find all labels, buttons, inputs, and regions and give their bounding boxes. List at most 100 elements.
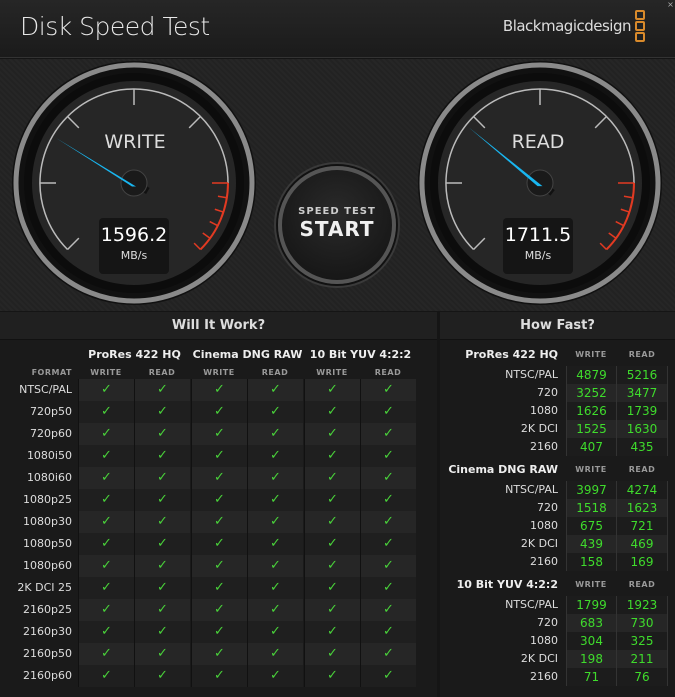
check-icon: ✓ [360, 599, 416, 621]
read-header: READ [628, 580, 656, 589]
read-header: READ [628, 350, 656, 359]
read-speed: 211 [616, 650, 668, 668]
format-label: NTSC/PAL [19, 383, 72, 396]
write-speed: 304 [566, 632, 616, 650]
section-title: Cinema DNG RAW [448, 463, 558, 476]
check-icon: ✓ [78, 533, 134, 555]
check-icon: ✓ [191, 401, 247, 423]
read-speed: 721 [616, 517, 668, 535]
check-icon: ✓ [78, 555, 134, 577]
close-button[interactable]: × [666, 0, 675, 9]
write-header: WRITE [575, 350, 607, 359]
format-label: 1080i50 [26, 449, 72, 462]
check-icon: ✓ [78, 577, 134, 599]
check-icon: ✓ [191, 577, 247, 599]
check-icon: ✓ [134, 665, 190, 687]
write-speed: 1518 [566, 499, 616, 517]
read-gauge-label: READ [511, 131, 565, 153]
read-speed: 4274 [616, 481, 668, 499]
check-icon: ✓ [247, 621, 303, 643]
sub-header-read: READ [261, 368, 289, 377]
check-icon: ✓ [191, 643, 247, 665]
resolution-label: 1080 [530, 634, 558, 647]
write-speed: 71 [566, 668, 616, 686]
section-title: ProRes 422 HQ [465, 348, 558, 361]
check-icon: ✓ [134, 621, 190, 643]
check-icon: ✓ [360, 401, 416, 423]
write-header: WRITE [575, 580, 607, 589]
check-icon: ✓ [134, 555, 190, 577]
write-speed: 158 [566, 553, 616, 571]
resolution-label: 720 [537, 616, 558, 629]
write-value: 1596.2 [100, 224, 168, 246]
read-header: READ [628, 465, 656, 474]
check-icon: ✓ [304, 577, 360, 599]
format-label: 2160p50 [23, 647, 72, 660]
check-icon: ✓ [191, 445, 247, 467]
write-speed: 3252 [566, 384, 616, 402]
read-speed: 435 [616, 438, 668, 456]
check-icon: ✓ [78, 423, 134, 445]
check-icon: ✓ [360, 577, 416, 599]
title-bar: Disk Speed Test Blackmagicdesign × [0, 0, 675, 58]
app-title: Disk Speed Test [20, 12, 210, 41]
check-icon: ✓ [78, 621, 134, 643]
resolution-label: 2K DCI [520, 537, 558, 550]
format-label: 1080p60 [23, 559, 72, 572]
write-speed: 675 [566, 517, 616, 535]
format-label: 2160p60 [23, 669, 72, 682]
check-icon: ✓ [191, 665, 247, 687]
check-icon: ✓ [360, 643, 416, 665]
resolution-label: NTSC/PAL [505, 368, 558, 381]
read-speed: 1623 [616, 499, 668, 517]
resolution-label: 720 [537, 386, 558, 399]
check-icon: ✓ [304, 599, 360, 621]
write-speed: 683 [566, 614, 616, 632]
check-icon: ✓ [247, 643, 303, 665]
start-line1: SPEED TEST [298, 206, 376, 217]
write-speed: 1525 [566, 420, 616, 438]
format-label: 1080p50 [23, 537, 72, 550]
check-icon: ✓ [304, 533, 360, 555]
format-label: 720p60 [30, 427, 72, 440]
write-speed: 407 [566, 438, 616, 456]
check-icon: ✓ [360, 445, 416, 467]
start-line2: START [299, 217, 375, 241]
group-header: ProRes 422 HQ [88, 348, 181, 361]
resolution-label: NTSC/PAL [505, 598, 558, 611]
will-it-work-panel: Will It Work? FORMAT ProRes 422 HQ WRITE RE… [0, 312, 437, 697]
check-icon: ✓ [191, 379, 247, 401]
write-gauge-label: WRITE [104, 131, 166, 153]
check-icon: ✓ [304, 445, 360, 467]
format-label: 2160p25 [23, 603, 72, 616]
check-icon: ✓ [191, 533, 247, 555]
read-speed: 325 [616, 632, 668, 650]
group-header: Cinema DNG RAW [192, 348, 303, 361]
check-icon: ✓ [191, 599, 247, 621]
check-icon: ✓ [247, 379, 303, 401]
check-icon: ✓ [360, 467, 416, 489]
check-icon: ✓ [304, 401, 360, 423]
sub-header-write: WRITE [90, 368, 122, 377]
check-icon: ✓ [134, 599, 190, 621]
read-speed: 469 [616, 535, 668, 553]
read-readout: 1711.5 MB/s [503, 218, 573, 274]
check-icon: ✓ [304, 467, 360, 489]
check-icon: ✓ [360, 423, 416, 445]
format-label: 2160p30 [23, 625, 72, 638]
read-value: 1711.5 [504, 224, 572, 246]
check-icon: ✓ [78, 379, 134, 401]
check-icon: ✓ [304, 555, 360, 577]
read-speed: 1923 [616, 596, 668, 614]
start-button[interactable]: SPEED TEST START [278, 166, 396, 284]
check-icon: ✓ [78, 401, 134, 423]
how-fast-title: How Fast? [440, 312, 675, 340]
check-icon: ✓ [247, 445, 303, 467]
write-speed: 1799 [566, 596, 616, 614]
read-speed: 730 [616, 614, 668, 632]
check-icon: ✓ [247, 467, 303, 489]
check-icon: ✓ [134, 533, 190, 555]
check-icon: ✓ [247, 423, 303, 445]
sub-header-read: READ [148, 368, 176, 377]
check-icon: ✓ [247, 665, 303, 687]
